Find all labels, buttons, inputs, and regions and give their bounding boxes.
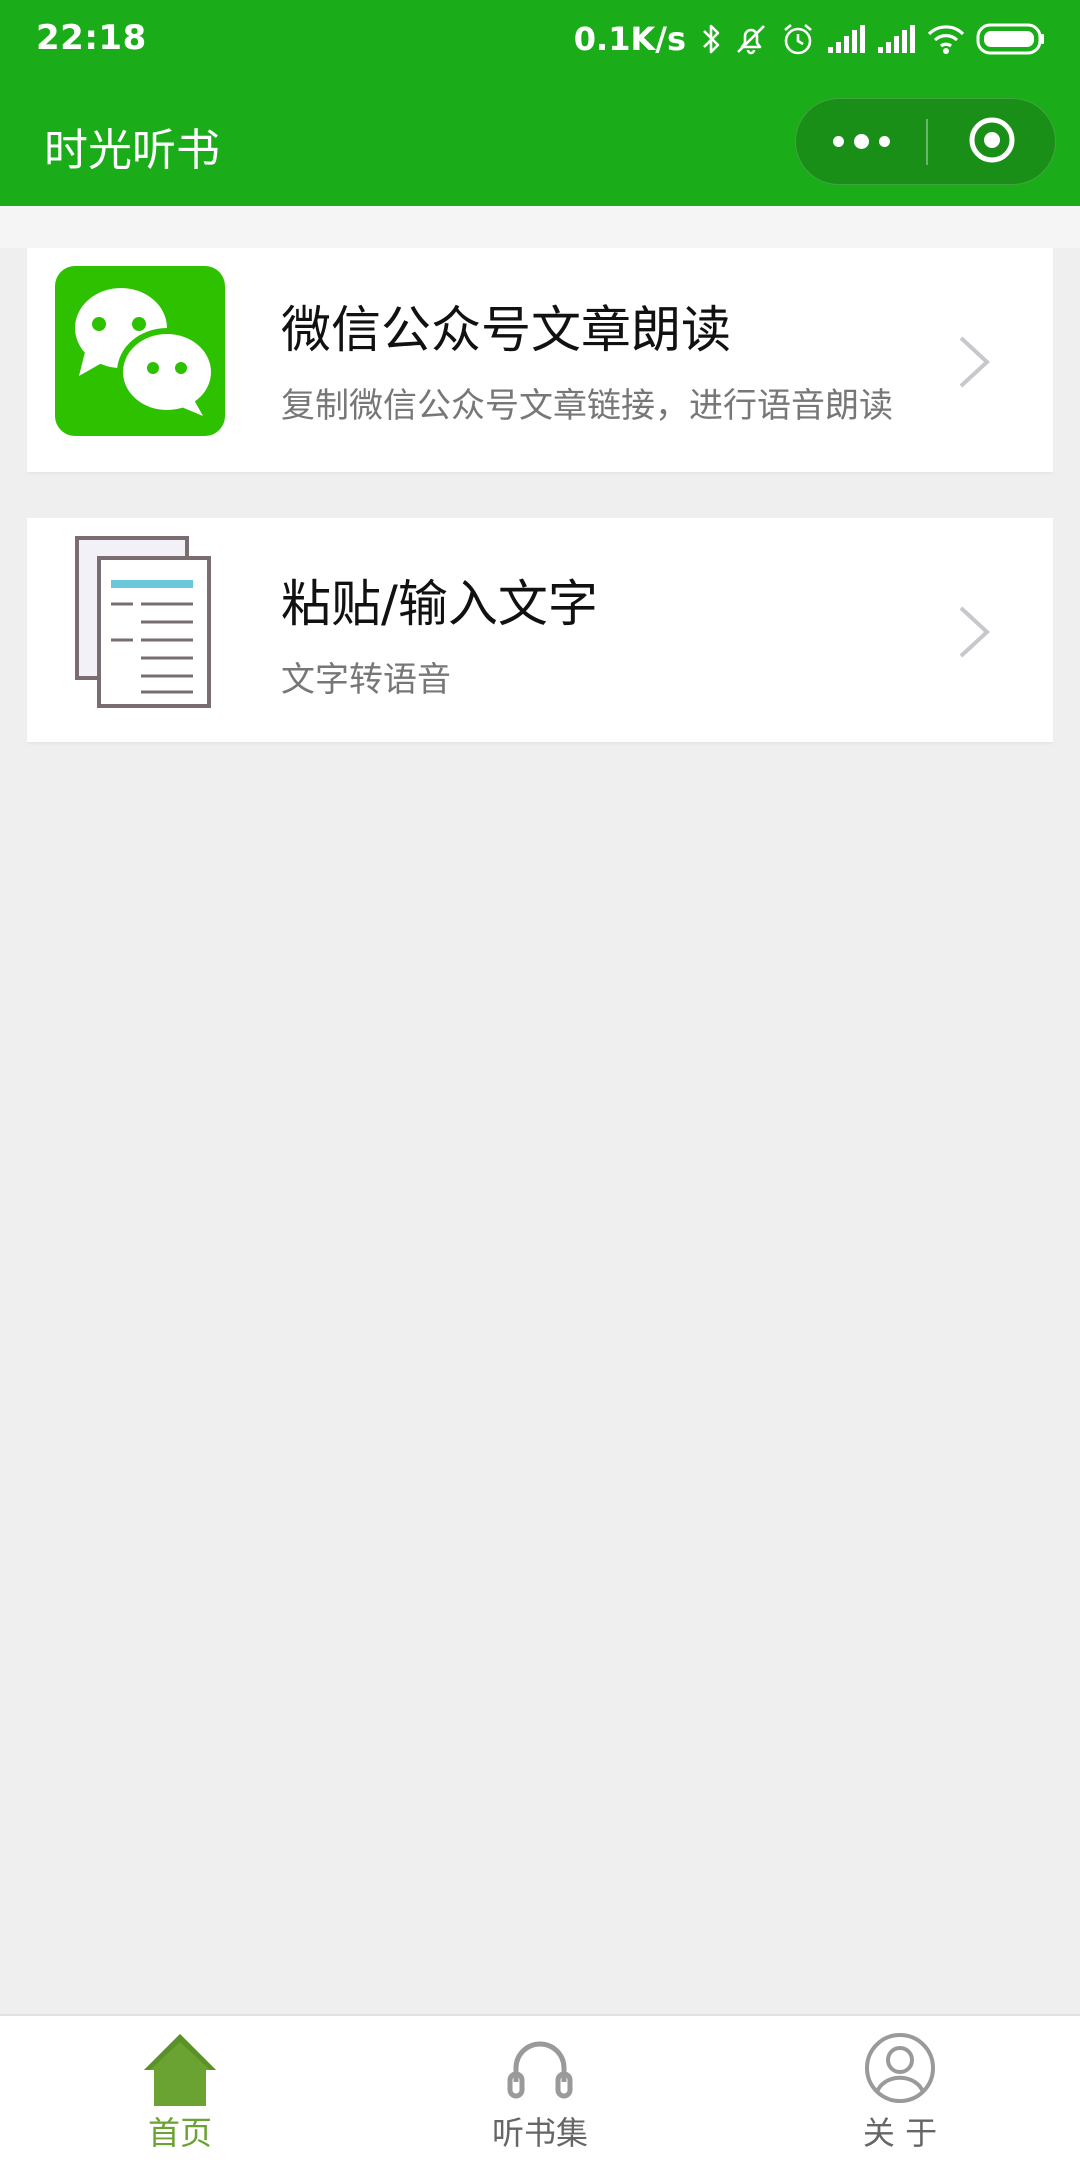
alarm-icon — [780, 20, 816, 58]
close-button[interactable] — [928, 99, 1055, 184]
tab-home[interactable]: 首页 — [80, 2016, 280, 2160]
tab-audiobooks[interactable]: 听书集 — [440, 2016, 640, 2160]
user-icon — [860, 2028, 940, 2112]
signal-icon-2 — [876, 23, 916, 55]
tab-label: 首页 — [147, 2114, 212, 2152]
network-speed: 0.1K/s — [573, 20, 686, 58]
more-dot-icon — [853, 134, 869, 149]
header-divider-strip — [0, 206, 1080, 248]
home-icon — [140, 2028, 220, 2112]
menu-capsule — [795, 98, 1056, 185]
screen: 22:18 0.1K/s 时光听书 微信公众号文章朗读 复制微信公众号文章链接，… — [0, 0, 1080, 2160]
chevron-right-icon — [953, 334, 993, 390]
status-icons: 0.1K/s — [574, 14, 1046, 64]
wechat-icon — [55, 266, 225, 436]
battery-icon — [976, 22, 1046, 56]
target-icon — [967, 115, 1017, 169]
more-button[interactable] — [796, 99, 926, 184]
nav-bar: 时光听书 — [0, 78, 1080, 206]
more-dot-icon — [832, 136, 844, 147]
headphones-icon — [500, 2028, 580, 2112]
item-title: 微信公众号文章朗读 — [281, 301, 731, 359]
item-title: 粘贴/输入文字 — [281, 575, 598, 633]
item-subtitle: 文字转语音 — [281, 660, 451, 700]
tab-about[interactable]: 关 于 — [800, 2016, 1000, 2160]
item-subtitle: 复制微信公众号文章链接，进行语音朗读 — [281, 386, 893, 426]
signal-icon — [826, 23, 866, 55]
top-bar: 22:18 0.1K/s 时光听书 — [0, 0, 1080, 206]
document-icon — [69, 534, 219, 714]
status-time: 22:18 — [36, 18, 147, 58]
tab-label: 关 于 — [862, 2114, 938, 2152]
page-title: 时光听书 — [44, 125, 220, 176]
mute-bell-icon — [732, 20, 770, 58]
list-item-wechat-article[interactable]: 微信公众号文章朗读 复制微信公众号文章链接，进行语音朗读 — [27, 248, 1053, 472]
tab-bar: 首页 听书集 关 于 — [0, 2014, 1080, 2160]
more-dot-icon — [878, 136, 890, 147]
status-bar: 22:18 0.1K/s — [0, 0, 1080, 78]
wifi-icon — [926, 22, 966, 56]
tab-label: 听书集 — [491, 2114, 588, 2152]
bluetooth-icon — [700, 21, 722, 57]
list-item-paste-text[interactable]: 粘贴/输入文字 文字转语音 — [27, 518, 1053, 742]
chevron-right-icon — [953, 604, 993, 660]
